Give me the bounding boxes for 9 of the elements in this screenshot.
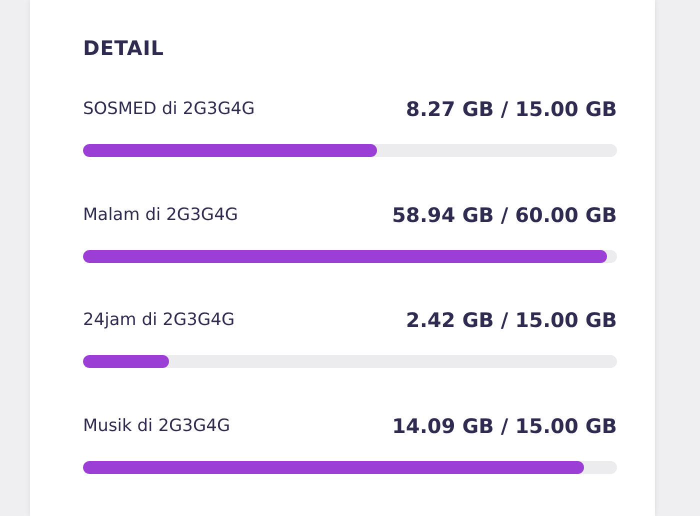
quota-usage: 14.09 GB / 15.00 GB [392,414,617,438]
quota-usage: 8.27 GB / 15.00 GB [406,97,617,121]
quota-name: Musik di 2G3G4G [83,416,230,436]
quota-name: 24jam di 2G3G4G [83,310,235,330]
quota-usage: 2.42 GB / 15.00 GB [406,308,617,332]
section-title: DETAIL [83,36,166,60]
quota-usage: 58.94 GB / 60.00 GB [392,202,617,226]
quota-name: SOSMED di 2G3G4G [83,99,255,119]
quota-name: Malam di 2G3G4G [83,204,238,224]
